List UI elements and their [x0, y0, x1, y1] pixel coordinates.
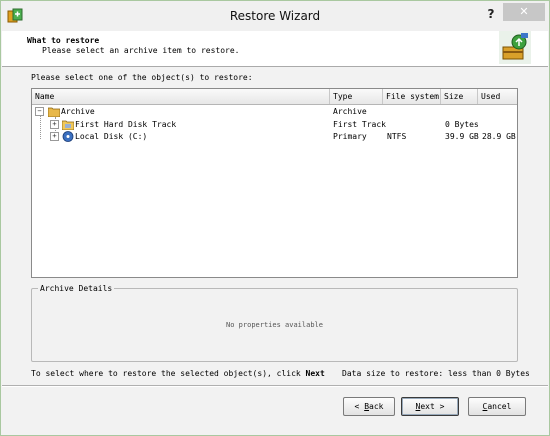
archive-folder-icon — [48, 107, 60, 117]
hint-next-keyword: Next — [305, 369, 325, 378]
restore-wizard-window: Restore Wizard ? ✕ What to restore Pleas… — [0, 0, 550, 436]
column-header-size[interactable]: Size — [441, 89, 478, 104]
back-label: ack — [369, 402, 384, 411]
title-bar[interactable]: Restore Wizard ? ✕ — [1, 1, 549, 31]
archive-details-group: Archive Details No properties available — [31, 284, 518, 362]
select-prompt: Please select one of the object(s) to re… — [31, 73, 253, 82]
local-disk-icon — [62, 131, 74, 142]
header-subtitle: Please select an archive item to restore… — [42, 46, 240, 55]
disk-track-icon — [62, 120, 74, 130]
tree-item-used: 28.9 GB — [482, 132, 516, 141]
data-size-label: Data size to restore: less than 0 Bytes — [342, 369, 530, 378]
collapse-toggle[interactable]: − — [35, 107, 44, 116]
tree-row-archive[interactable]: − Archive Archive — [32, 105, 517, 118]
tree-item-type: Primary — [333, 132, 367, 141]
wizard-header: What to restore Please select an archive… — [2, 31, 548, 67]
back-button[interactable]: < Back — [343, 397, 395, 416]
next-button[interactable]: Next > — [401, 397, 459, 416]
column-header-name[interactable]: Name — [32, 89, 330, 104]
cancel-button[interactable]: Cancel — [468, 397, 526, 416]
header-title: What to restore — [27, 36, 100, 45]
expand-toggle[interactable]: + — [50, 120, 59, 129]
tree-column-headers: Name Type File system Size Used — [32, 89, 517, 105]
column-header-used[interactable]: Used — [478, 89, 517, 104]
footer-separator — [2, 385, 548, 387]
archive-tree-view[interactable]: Name Type File system Size Used − Archiv… — [31, 88, 518, 278]
tree-item-file-system: NTFS — [387, 132, 407, 141]
expand-toggle[interactable]: + — [50, 132, 59, 141]
restore-wizard-logo-icon — [499, 31, 531, 64]
close-button[interactable]: ✕ — [503, 3, 545, 21]
next-label: ext — [420, 402, 435, 411]
archive-details-legend: Archive Details — [38, 284, 115, 293]
window-title: Restore Wizard — [229, 9, 321, 23]
hint-text: To select where to restore the selected … — [31, 369, 306, 378]
next-step-hint: To select where to restore the selected … — [31, 369, 325, 378]
no-properties-text: No properties available — [226, 321, 323, 329]
tree-item-size: 39.9 GB — [445, 132, 479, 141]
cancel-label: ancel — [487, 402, 512, 411]
help-button[interactable]: ? — [479, 3, 503, 25]
tree-item-name: Archive — [61, 107, 95, 116]
back-arrow: < — [354, 402, 360, 411]
tree-row-local-disk-c[interactable]: + Local Disk (C:) Primary NTFS 39.9 GB 2… — [32, 130, 517, 143]
column-header-file-system[interactable]: File system — [383, 89, 441, 104]
column-header-type[interactable]: Type — [330, 89, 383, 104]
next-arrow: > — [439, 402, 445, 411]
tree-item-type: Archive — [333, 107, 367, 116]
tree-item-name: Local Disk (C:) — [75, 132, 148, 141]
